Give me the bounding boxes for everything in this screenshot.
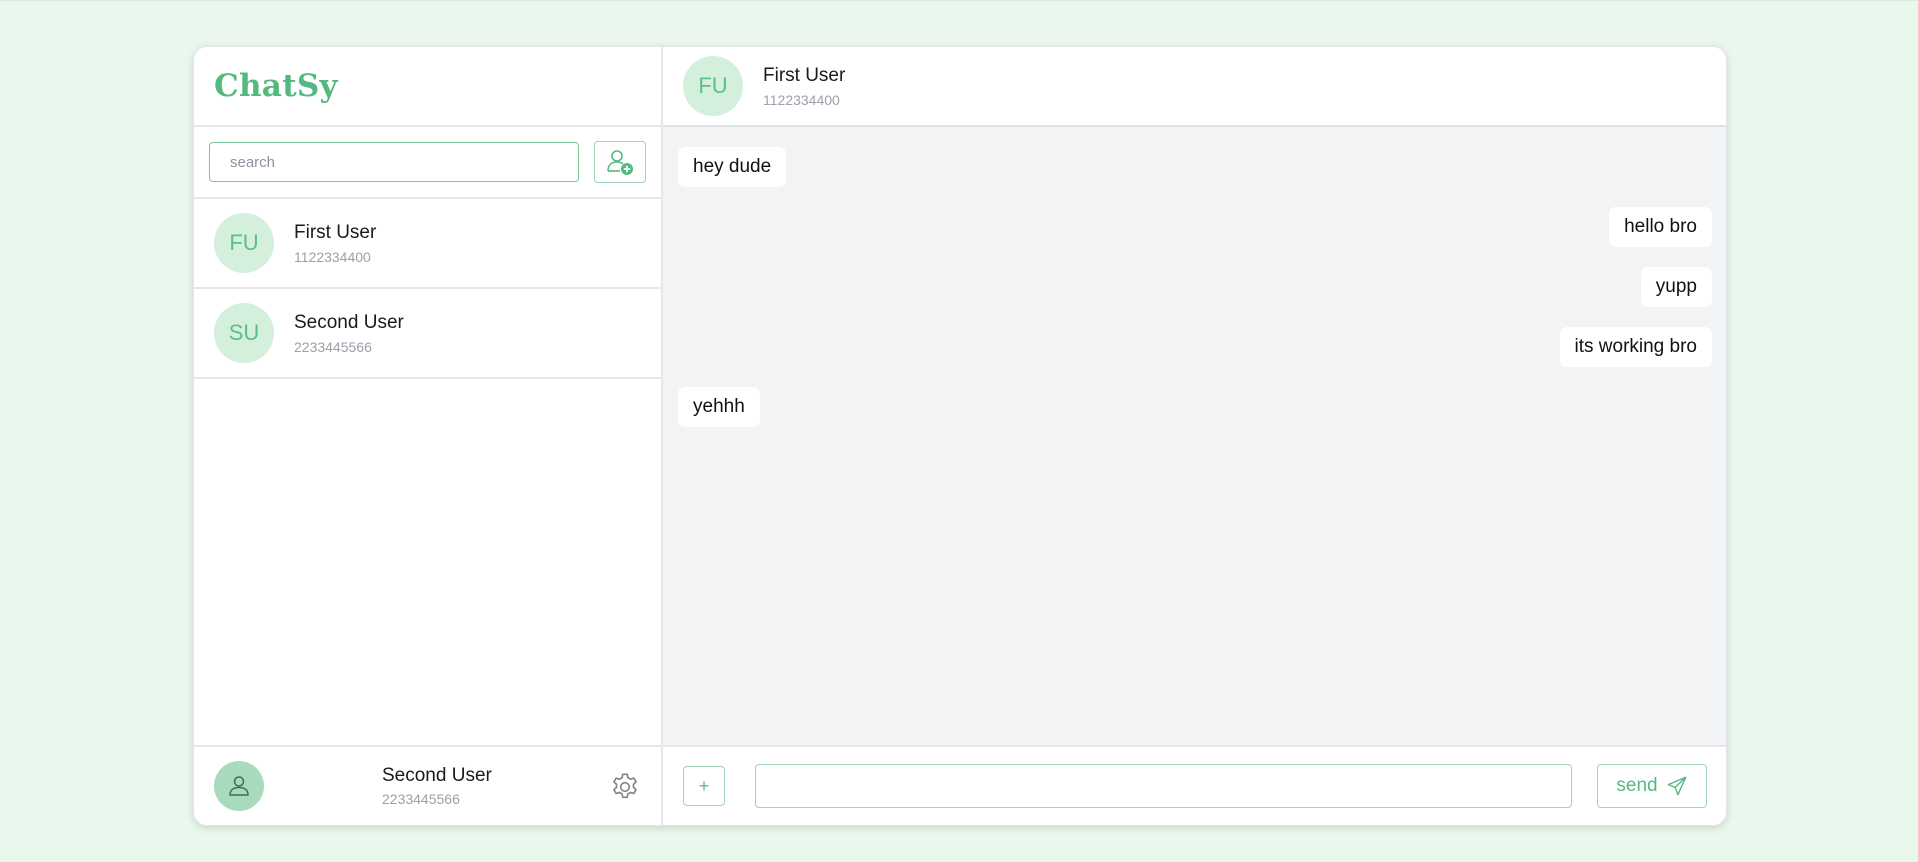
top-divider	[0, 0, 1918, 1]
contact-list: FU First User 1122334400 SU Second User …	[194, 199, 661, 745]
avatar: FU	[214, 213, 274, 273]
avatar: SU	[214, 303, 274, 363]
user-plus-icon	[607, 150, 633, 175]
current-user-name: Second User	[382, 765, 492, 786]
contact-phone: 1122334400	[294, 248, 371, 265]
contact-name: Second User	[294, 311, 404, 333]
add-user-button[interactable]	[594, 141, 646, 183]
contact-info: Second User 2233445566	[294, 312, 404, 355]
chat-header: FU First User 1122334400	[663, 47, 1726, 127]
contact-info: First User 1122334400	[294, 222, 376, 265]
message-input[interactable]	[755, 764, 1572, 808]
current-user-phone: 2233445566	[382, 791, 460, 807]
user-icon	[229, 776, 249, 796]
settings-button[interactable]	[609, 771, 641, 803]
contact-item[interactable]: SU Second User 2233445566	[194, 289, 661, 379]
message-bubble-incoming: hey dude	[678, 147, 787, 187]
message-bubble-outgoing: hello bro	[1609, 207, 1712, 247]
message-bubble-incoming: yehhh	[678, 387, 760, 427]
message-bubble-outgoing: its working bro	[1559, 327, 1712, 367]
contact-phone: 2233445566	[294, 338, 372, 355]
chat-contact-name: First User	[763, 64, 846, 86]
current-user-bar: Second User 2233445566	[194, 745, 661, 825]
current-user-info: Second User 2233445566	[382, 765, 492, 807]
search-input[interactable]	[209, 142, 579, 182]
sidebar: ChatSy FU First User 11223344	[194, 47, 663, 825]
gear-icon	[613, 773, 637, 799]
message-list: hey dude hello bro yupp its working bro …	[663, 127, 1726, 745]
message-composer: + send	[663, 745, 1726, 825]
contact-name: First User	[294, 221, 377, 243]
chat-app-window: ChatSy FU First User 11223344	[193, 46, 1727, 826]
message-bubble-outgoing: yupp	[1640, 267, 1712, 307]
avatar: FU	[683, 56, 743, 116]
current-user-avatar[interactable]	[214, 761, 264, 811]
app-logo: ChatSy	[214, 68, 338, 104]
attach-button[interactable]: +	[683, 766, 725, 806]
paper-plane-icon	[1667, 776, 1686, 796]
search-bar	[194, 127, 661, 199]
chat-contact-info: First User 1122334400	[763, 65, 845, 108]
chat-pane: FU First User 1122334400 hey dude hello …	[663, 47, 1726, 825]
send-button[interactable]: send	[1597, 764, 1707, 808]
send-label: send	[1616, 775, 1658, 796]
chat-contact-phone: 1122334400	[763, 91, 840, 108]
contact-item[interactable]: FU First User 1122334400	[194, 199, 661, 289]
brand-bar: ChatSy	[194, 47, 661, 127]
